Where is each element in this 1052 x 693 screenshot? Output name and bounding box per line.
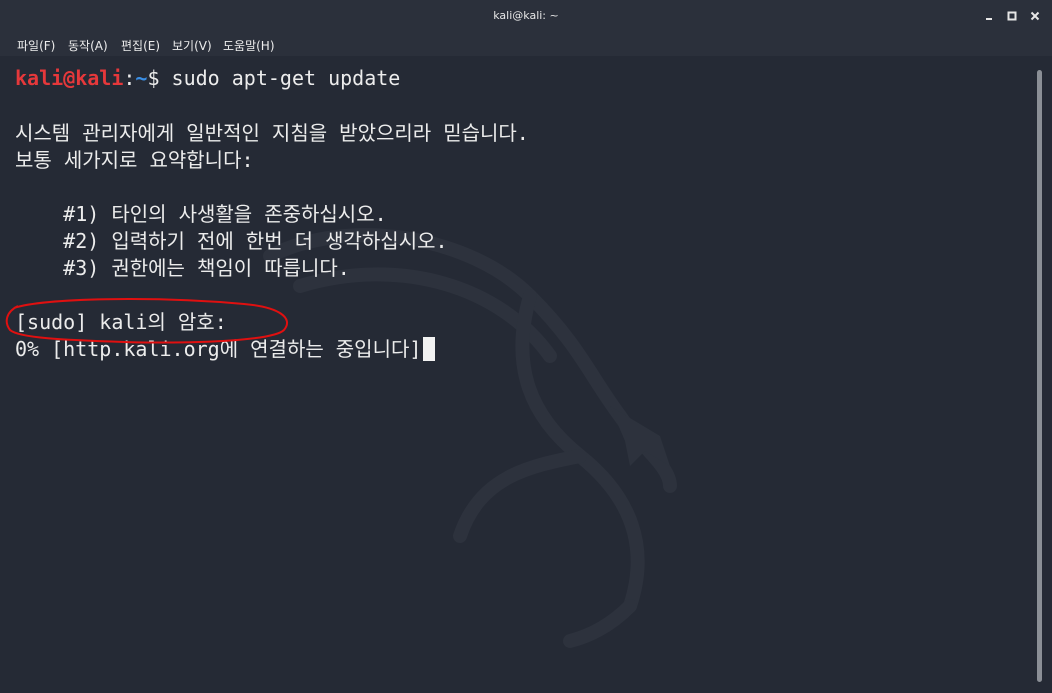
menu-help[interactable]: 도움말(H) <box>221 37 277 54</box>
command-text: sudo apt-get update <box>159 66 401 90</box>
maximize-icon <box>1007 11 1017 21</box>
prompt-dollar: $ <box>147 66 160 90</box>
close-button[interactable] <box>1025 6 1045 26</box>
lecture-line-5: #3) 권한에는 책임이 따릅니다. <box>15 256 350 280</box>
scrollbar-thumb[interactable] <box>1037 70 1042 682</box>
prompt-colon: : <box>123 66 136 90</box>
menu-bar: 파일(F) 동작(A) 편집(E) 보기(V) 도움말(H) <box>0 32 1052 56</box>
prompt-user: kali@kali <box>15 66 124 90</box>
red-circle-annotation <box>5 298 289 344</box>
menu-edit[interactable]: 편집(E) <box>119 37 162 54</box>
kali-dragon-logo <box>263 228 677 648</box>
maximize-button[interactable] <box>1002 6 1022 26</box>
menu-file[interactable]: 파일(F) <box>15 37 57 54</box>
lecture-line-3: #1) 타인의 사생활을 존중하십시오. <box>15 202 387 226</box>
close-icon <box>1030 11 1040 21</box>
vertical-scrollbar[interactable] <box>1034 56 1052 693</box>
window-title: kali@kali: ~ <box>493 9 559 22</box>
minimize-icon <box>986 18 992 20</box>
title-bar[interactable]: kali@kali: ~ <box>0 0 1052 32</box>
minimize-button[interactable] <box>979 6 999 26</box>
lecture-line-2: 보통 세가지로 요약합니다: <box>15 148 254 172</box>
prompt-path: ~ <box>135 66 148 90</box>
lecture-line-4: #2) 입력하기 전에 한번 더 생각하십시오. <box>15 229 448 253</box>
menu-action[interactable]: 동작(A) <box>66 37 110 54</box>
command-line: kali@kali:~$ sudo apt-get update <box>15 65 400 91</box>
menu-view[interactable]: 보기(V) <box>170 37 214 54</box>
text-cursor <box>423 337 436 361</box>
terminal-area[interactable]: kali@kali:~$ sudo apt-get update 시스템 관리자… <box>0 56 1032 693</box>
terminal-window: kali@kali: ~ 파일(F) 동작(A) 편집(E) 보기(V) 도움말… <box>0 0 1052 693</box>
lecture-line-1: 시스템 관리자에게 일반적인 지침을 받았으리라 믿습니다. <box>15 121 529 145</box>
